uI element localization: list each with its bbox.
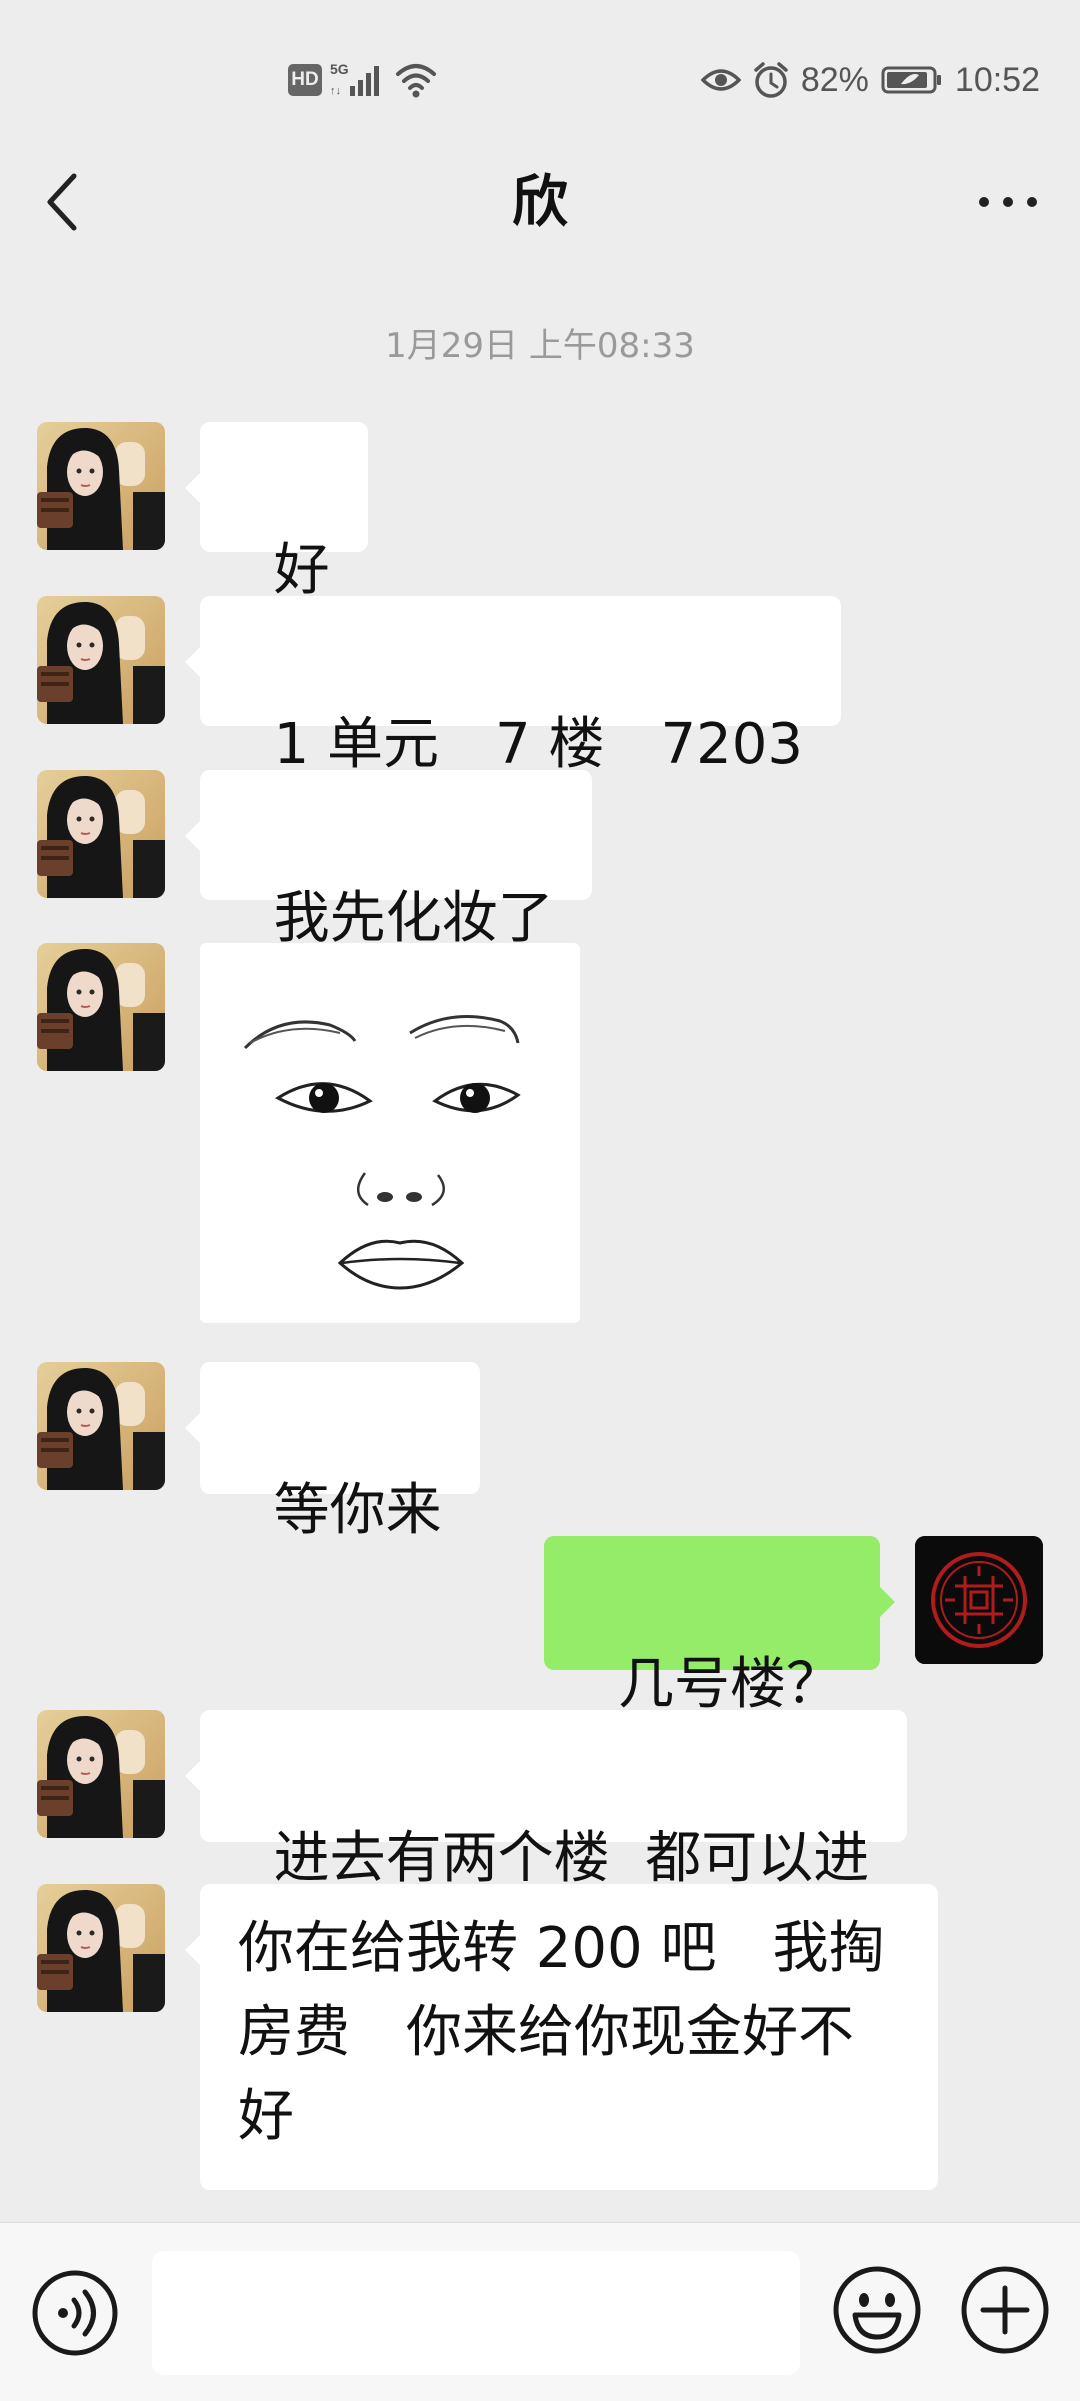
- eye-icon: [700, 69, 741, 91]
- contact-avatar[interactable]: [37, 422, 165, 550]
- message-input[interactable]: [152, 2251, 800, 2375]
- message-bubble-incoming[interactable]: 1 单元 7 楼 7203: [185, 596, 841, 777]
- surprised-face-sticker[interactable]: [200, 943, 580, 1323]
- message-text: 好: [273, 538, 330, 603]
- chat-header: 欣: [0, 150, 1080, 255]
- message-bubble-incoming[interactable]: 我先化妆了: [185, 770, 592, 951]
- message-text: 进去有两个楼 都可以进: [273, 1826, 870, 1891]
- emoji-icon[interactable]: [830, 2263, 924, 2357]
- alarm-icon: [754, 62, 788, 98]
- message-text: 我先化妆了: [273, 886, 554, 951]
- message-timestamp: 1月29日 上午08:33: [385, 326, 695, 366]
- contact-avatar[interactable]: [37, 1710, 165, 1838]
- plus-icon[interactable]: [958, 2263, 1052, 2357]
- contact-avatar[interactable]: [37, 1884, 165, 2012]
- status-right: 82% 10:52: [700, 55, 1040, 105]
- status-left: HD 5G ↑↓: [288, 58, 438, 102]
- hd-badge: HD: [288, 64, 322, 96]
- wifi-icon: [396, 64, 436, 98]
- message-bubble-incoming[interactable]: 进去有两个楼 都可以进: [184, 1710, 908, 1891]
- contact-avatar[interactable]: [37, 596, 165, 724]
- contact-avatar[interactable]: [37, 943, 165, 1071]
- chat-input-bar: [0, 2222, 1080, 2401]
- clock: 10:52: [954, 60, 1040, 99]
- signal-icon: 5G ↑↓: [330, 61, 379, 97]
- status-bar: HD 5G ↑↓ 82% 10:52: [0, 0, 1080, 150]
- contact-name-title: 欣: [512, 170, 568, 235]
- battery-icon: [881, 66, 941, 94]
- voice-icon[interactable]: [30, 2268, 120, 2358]
- message-bubble-incoming[interactable]: 你在给我转 200 吧 我掏房费 你来给你现金好不好: [185, 1884, 938, 2190]
- self-avatar[interactable]: [915, 1536, 1043, 1664]
- message-text: 你在给我转 200 吧 我掏房费 你来给你现金好不好: [238, 1916, 885, 2149]
- message-bubble-incoming[interactable]: 等你来: [185, 1362, 480, 1543]
- more-dots-icon[interactable]: [976, 180, 1040, 224]
- message-text: 等你来: [273, 1478, 442, 1543]
- message-text: 1 单元 7 楼 7203: [273, 712, 803, 777]
- message-bubble-incoming[interactable]: 好: [185, 422, 368, 603]
- svg-text:↑↓: ↑↓: [330, 85, 341, 97]
- contact-avatar[interactable]: [37, 770, 165, 898]
- contact-avatar[interactable]: [37, 1362, 165, 1490]
- message-text: 几号楼？: [618, 1652, 842, 1717]
- message-bubble-outgoing[interactable]: 几号楼？: [544, 1536, 895, 1717]
- svg-text:5G: 5G: [330, 61, 349, 77]
- battery-percent: 82%: [800, 60, 869, 99]
